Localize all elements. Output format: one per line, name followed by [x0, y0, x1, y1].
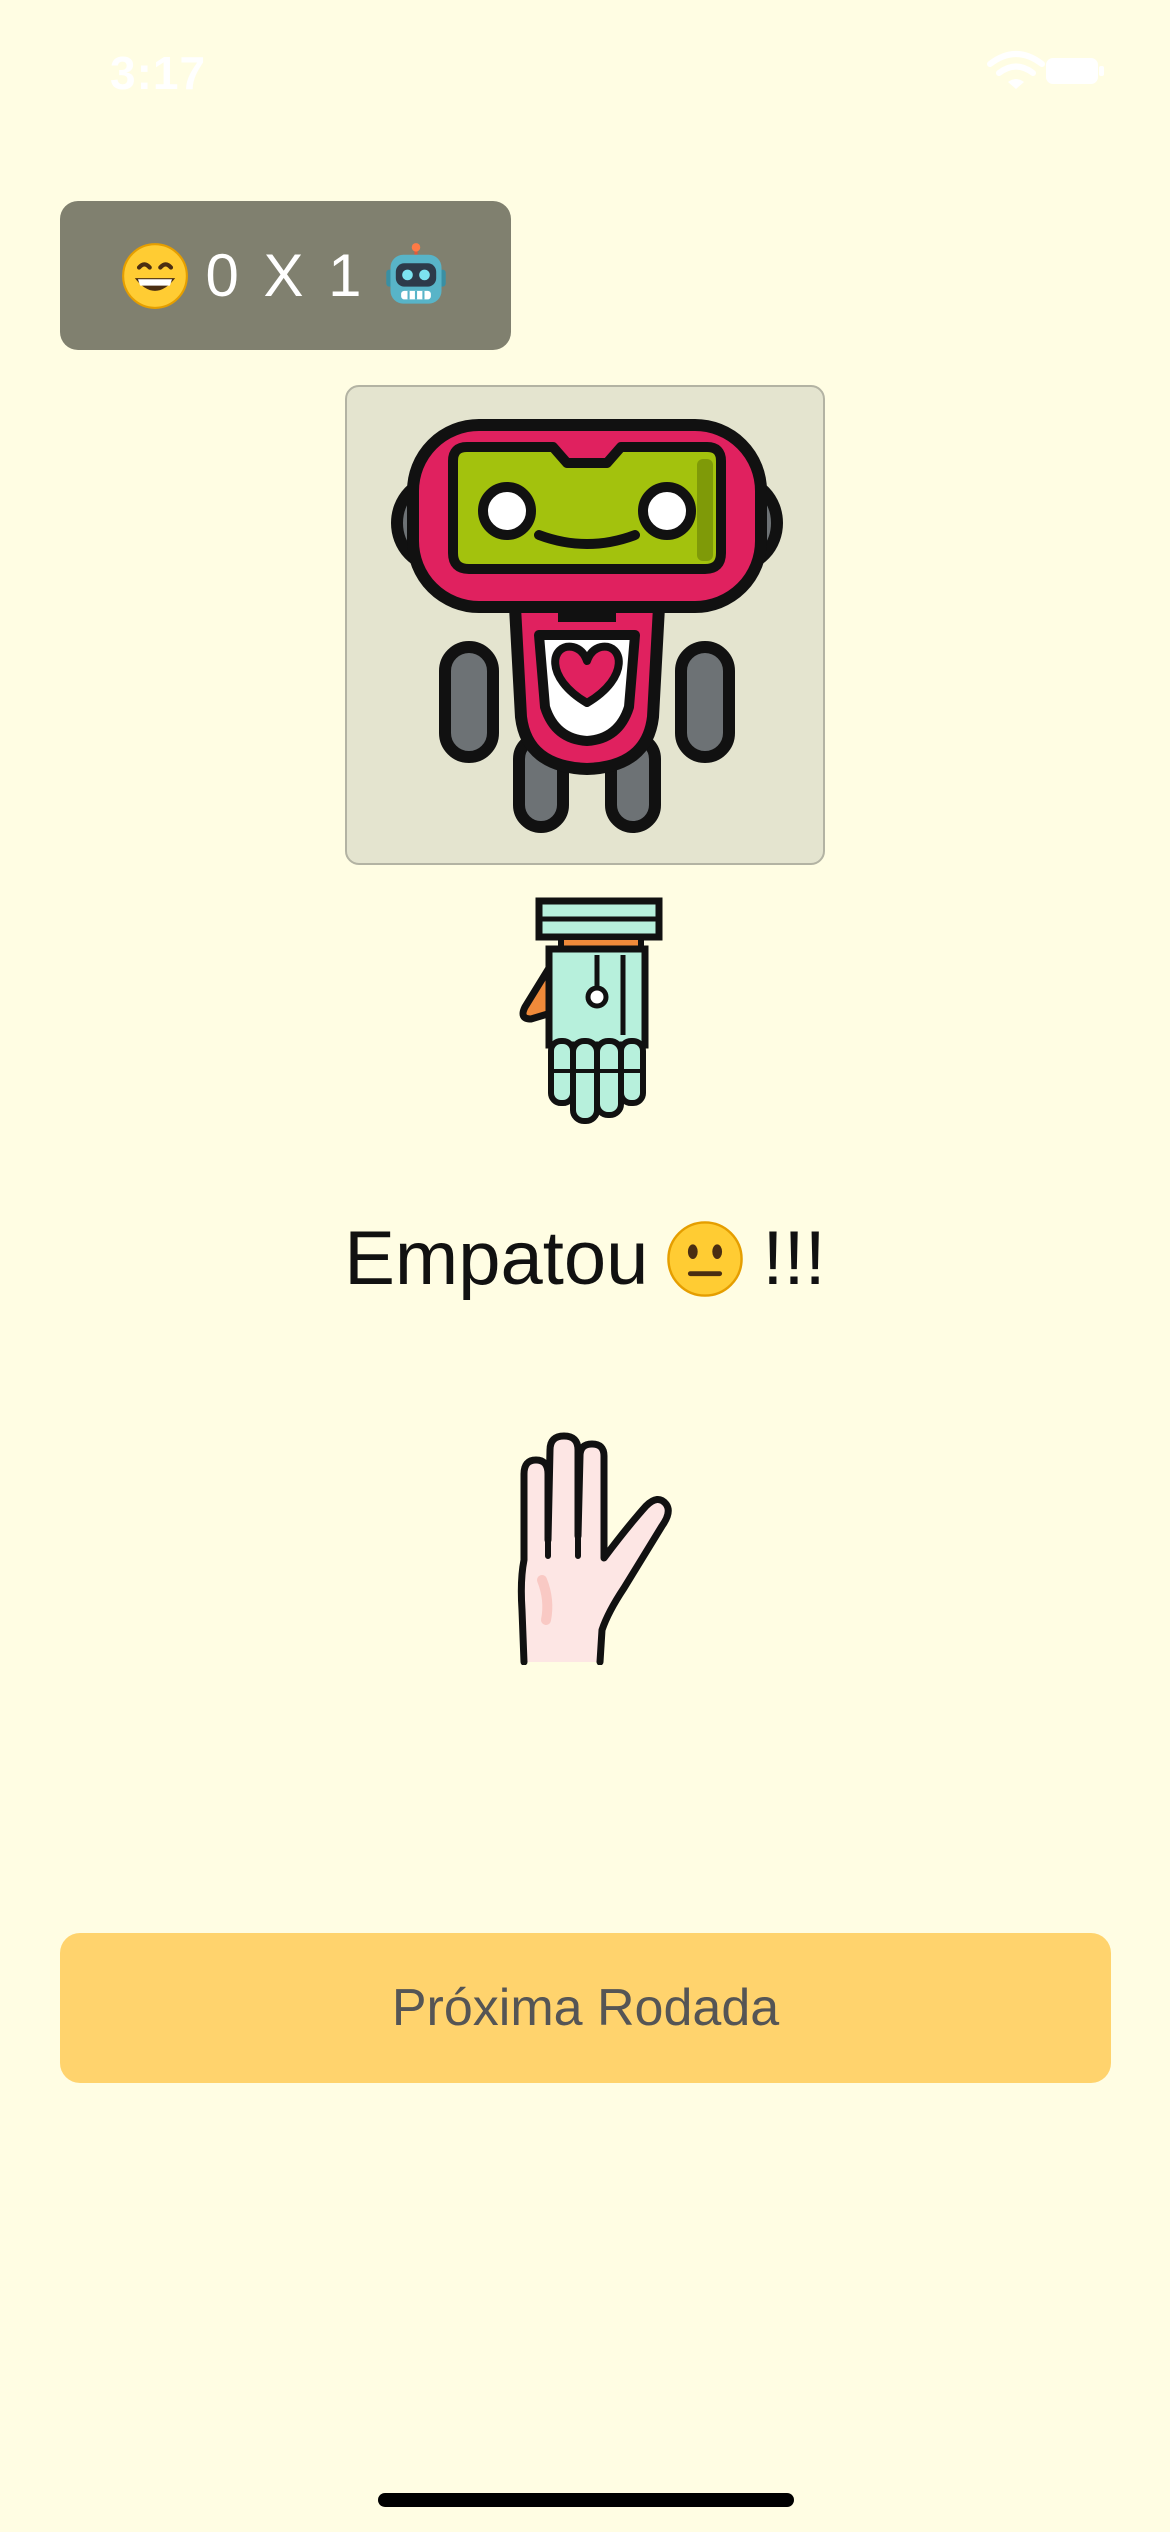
wifi-icon: [987, 51, 1045, 89]
battery-icon: [1046, 58, 1104, 84]
robot-avatar: [391, 419, 783, 833]
neutral-face-icon: [667, 1220, 744, 1297]
hand-paper-icon: [517, 1432, 672, 1665]
result-exclamation: !!!: [762, 1216, 826, 1301]
grinning-face-icon: [122, 242, 189, 309]
robot-card: [345, 385, 825, 865]
status-time: 3:17: [110, 47, 207, 99]
robot-face-icon: [385, 242, 446, 304]
score-text: 0 X 1: [205, 242, 366, 309]
next-round-button[interactable]: Próxima Rodada: [60, 1933, 1111, 2083]
round-result: Empatou !!!: [0, 1215, 1170, 1302]
robot-hand-paper-icon: [519, 897, 663, 1124]
result-label: Empatou: [344, 1216, 649, 1301]
status-bar: 3:17: [0, 0, 1170, 140]
scoreboard: 0 X 1: [60, 201, 511, 350]
home-indicator[interactable]: [378, 2493, 794, 2507]
